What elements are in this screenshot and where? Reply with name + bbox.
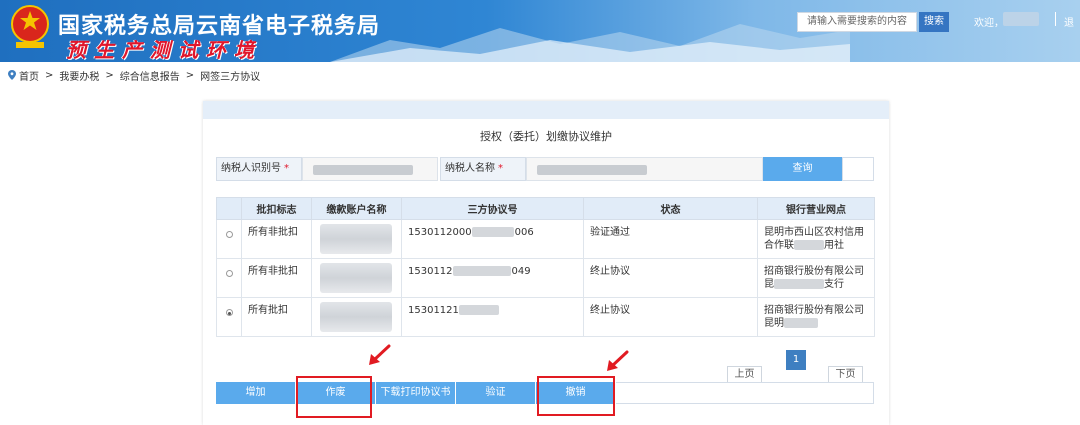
row-select-cell[interactable] [216, 219, 242, 259]
row-status: 终止协议 [583, 258, 758, 298]
bank-line2-suffix: 支行 [824, 279, 844, 290]
col-header-select [216, 197, 242, 220]
bank-line2-prefix: 合作联 [764, 240, 794, 251]
download-agreement-button[interactable]: 下载打印协议书 [376, 382, 456, 404]
agreement-table: 批扣标志 缴款账户名称 三方协议号 状态 银行营业网点 所有非批扣 153011… [216, 197, 875, 337]
row-select-cell[interactable] [216, 258, 242, 298]
protocol-prefix: 15301121 [408, 305, 459, 316]
annotation-arrow-icon [607, 350, 629, 371]
protocol-suffix: 049 [511, 266, 531, 277]
col-header-flag: 批扣标志 [241, 197, 312, 220]
query-button-tail [842, 157, 874, 181]
bank-redacted [784, 318, 818, 328]
account-name-redacted [320, 224, 392, 254]
bank-line2-prefix: 昆 [764, 279, 774, 290]
table-header-row: 批扣标志 缴款账户名称 三方协议号 状态 银行营业网点 [216, 197, 875, 220]
breadcrumb: 首页 > 我要办税 > 综合信息报告 > 网签三方协议 [8, 68, 261, 83]
annotation-box-void [296, 376, 372, 418]
col-header-protocol-no: 三方协议号 [401, 197, 584, 220]
verify-button[interactable]: 验证 [456, 382, 536, 404]
row-flag: 所有非批扣 [241, 219, 312, 259]
breadcrumb-separator: > [105, 69, 114, 81]
breadcrumb-tax-services[interactable]: 我要办税 [59, 68, 99, 83]
environment-label: 预生产测试环境 [66, 38, 262, 62]
protocol-prefix: 1530112000 [408, 227, 472, 238]
taxpayer-name-redacted [537, 165, 647, 175]
taxpayer-id-label: 纳税人识别号 * [216, 157, 302, 181]
protocol-suffix: 006 [514, 227, 534, 238]
taxpayer-name-field[interactable] [526, 157, 763, 181]
col-header-status: 状态 [583, 197, 758, 220]
row-select-cell[interactable] [216, 297, 242, 337]
account-name-redacted [320, 263, 392, 293]
taxpayer-name-label: 纳税人名称 * [440, 157, 526, 181]
breadcrumb-separator: > [185, 69, 195, 81]
bank-line1: 招商银行股份有限公司 [764, 266, 864, 277]
row-protocol-no: 15301121 [401, 297, 584, 337]
protocol-prefix: 1530112 [408, 266, 453, 277]
annotation-arrow-icon [369, 344, 391, 365]
row-radio[interactable] [225, 270, 233, 277]
site-header: 国家税务总局云南省电子税务局 预生产测试环境 请输入需要搜索的内容 搜索 欢迎，… [0, 0, 1080, 62]
national-emblem-icon [11, 5, 49, 48]
bank-redacted [794, 240, 824, 250]
row-radio[interactable] [225, 231, 233, 238]
page-number-current[interactable]: 1 [786, 350, 806, 370]
logout-link[interactable]: 退 [1064, 14, 1074, 29]
row-account-name [311, 258, 402, 298]
header-search-input[interactable]: 请输入需要搜索的内容 [797, 12, 917, 32]
breadcrumb-current: 网签三方协议 [200, 71, 261, 83]
panel-title: 授权（委托）划缴协议维护 [480, 130, 612, 143]
table-row[interactable]: 所有非批扣 1530112 049 终止协议 招商银行股份有限公司昆 支行 [216, 258, 875, 298]
annotation-box-revoke [537, 376, 615, 416]
panel-top-strip [203, 101, 889, 119]
welcome-text: 欢迎， [974, 18, 1004, 29]
taxpayer-id-redacted [313, 165, 413, 175]
protocol-redacted [471, 227, 514, 237]
table-row[interactable]: 所有非批扣 1530112000 006 验证通过 昆明市西山区农村信用 合作联 用社 [216, 219, 875, 259]
row-bank: 招商银行股份有限公司昆 支行 [757, 258, 875, 298]
row-protocol-no: 1530112 049 [401, 258, 584, 298]
bank-line1: 昆明市西山区农村信用 [764, 227, 864, 238]
breadcrumb-home[interactable]: 首页 [19, 68, 39, 83]
row-bank: 昆明市西山区农村信用 合作联 用社 [757, 219, 875, 259]
row-account-name [311, 219, 402, 259]
bank-redacted [774, 279, 824, 289]
taxpayer-id-field[interactable] [302, 157, 438, 181]
header-divider [1055, 12, 1056, 26]
table-row[interactable]: 所有批扣 15301121 终止协议 招商银行股份有限公司 昆明 [216, 297, 875, 337]
location-pin-icon [8, 70, 16, 80]
header-search-button[interactable]: 搜索 [919, 12, 949, 32]
add-button[interactable]: 增加 [216, 382, 296, 404]
breadcrumb-info-report[interactable]: 综合信息报告 [120, 68, 180, 83]
username-redacted [1003, 12, 1039, 26]
row-status: 终止协议 [583, 297, 758, 337]
row-protocol-no: 1530112000 006 [401, 219, 584, 259]
row-status: 验证通过 [583, 219, 758, 259]
col-header-bank: 银行营业网点 [757, 197, 875, 220]
protocol-redacted [458, 305, 499, 315]
query-button[interactable]: 查询 [763, 157, 842, 181]
bank-line1: 招商银行股份有限公司 [764, 305, 864, 316]
bank-line2-suffix: 用社 [824, 240, 844, 251]
account-name-redacted [320, 302, 392, 332]
col-header-account-name: 缴款账户名称 [311, 197, 402, 220]
mountain-background [330, 24, 850, 62]
row-account-name [311, 297, 402, 337]
search-form: 纳税人识别号 * 纳税人名称 * 查询 [216, 157, 874, 181]
bank-line2-prefix: 昆明 [764, 318, 784, 329]
protocol-redacted [452, 266, 511, 276]
row-flag: 所有非批扣 [241, 258, 312, 298]
breadcrumb-separator: > [45, 69, 54, 81]
row-radio-selected[interactable] [225, 309, 233, 316]
row-flag: 所有批扣 [241, 297, 312, 337]
row-bank: 招商银行股份有限公司 昆明 [757, 297, 875, 337]
